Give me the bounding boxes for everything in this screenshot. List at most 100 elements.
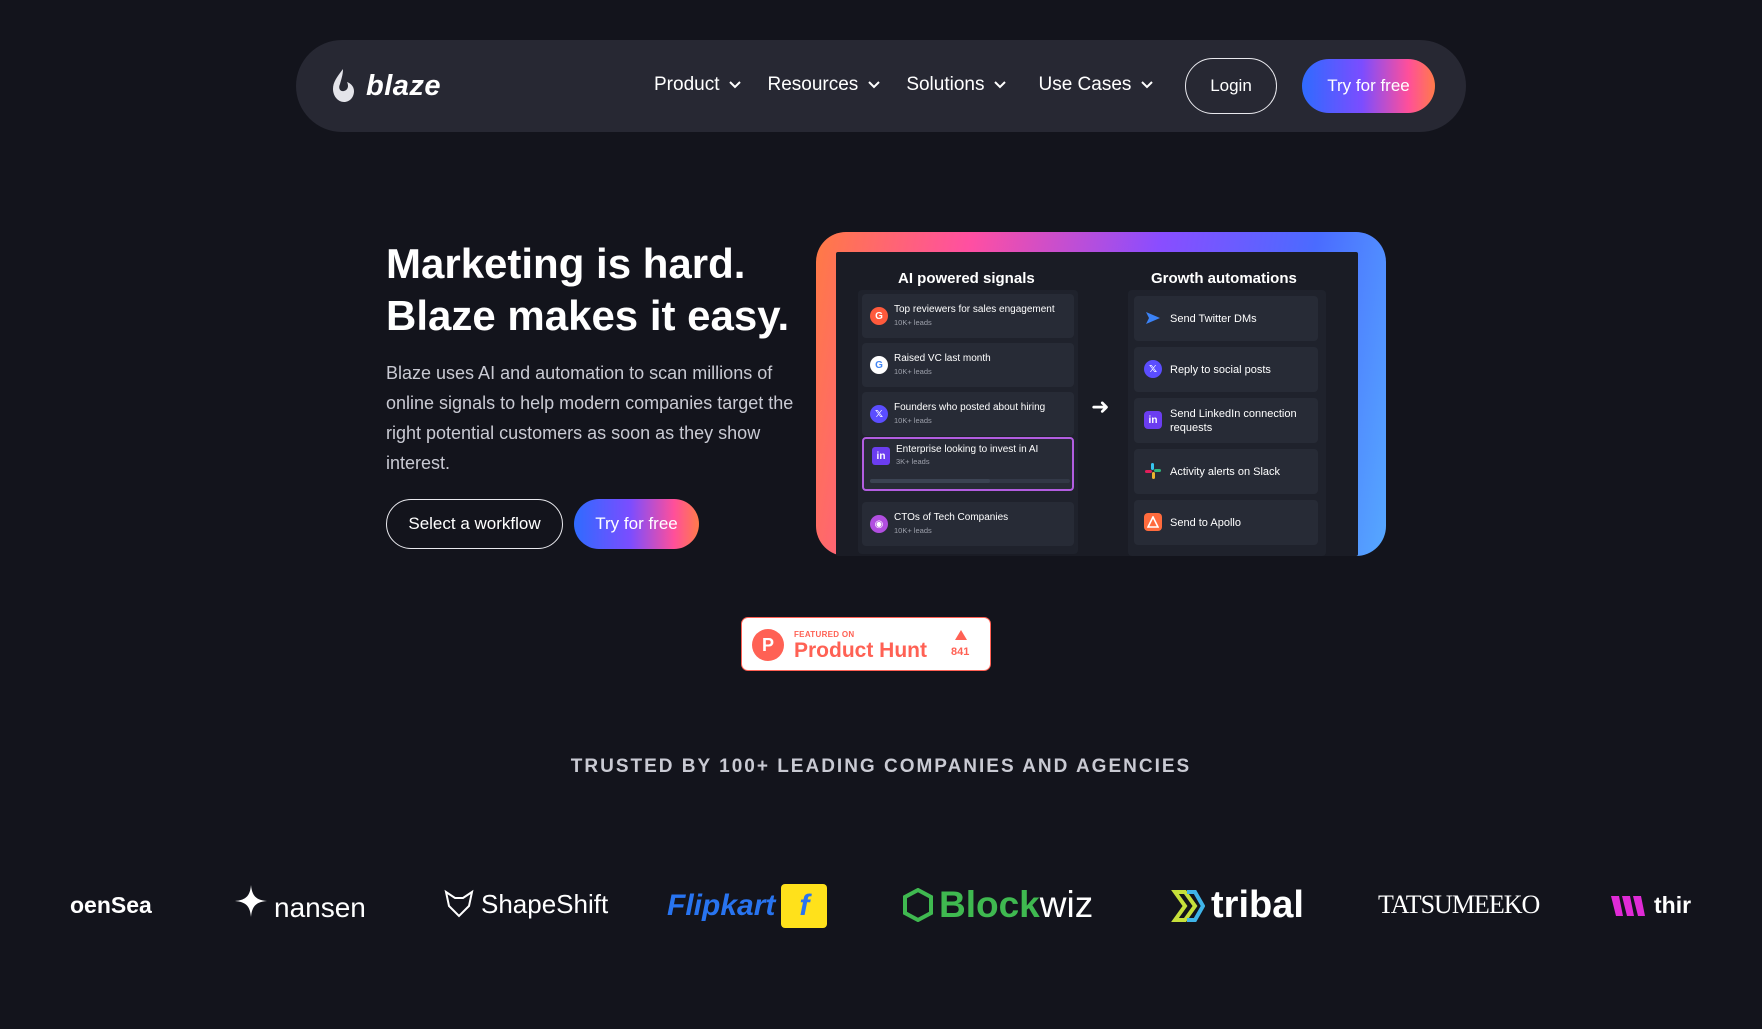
slack-icon (1144, 462, 1162, 480)
hero-title-line2: Blaze makes it easy. (386, 292, 790, 339)
automation-item[interactable]: Activity alerts on Slack (1134, 449, 1318, 494)
chevron-down-icon (994, 81, 1007, 89)
arrow-right-icon: ➜ (1091, 394, 1110, 419)
apollo-icon (1144, 513, 1162, 531)
signal-item-active[interactable]: in Enterprise looking to invest in AI 3K… (862, 437, 1074, 491)
signal-progress-fill (870, 479, 990, 483)
x-icon: 𝕏 (1144, 360, 1162, 378)
nansen-star-icon (235, 885, 267, 917)
logo-nansen: nansen (234, 878, 366, 924)
nav-try-free-button[interactable]: Try for free (1302, 59, 1435, 113)
flipkart-wordmark: Flipkart (667, 889, 776, 922)
hero-description: Blaze uses AI and automation to scan mil… (386, 363, 794, 473)
signal-item[interactable]: 𝕏 Founders who posted about hiring 10K+ … (862, 392, 1074, 436)
ph-name: Product Hunt (794, 639, 927, 662)
thirdweb-icon (1611, 895, 1645, 916)
nav-resources-label: Resources (767, 74, 859, 95)
github-icon: ◉ (870, 515, 888, 533)
top-nav: blaze Product Resources Solutions Use Ca… (296, 40, 1466, 132)
blockwiz-icon (903, 888, 933, 922)
signal-item[interactable]: ◉ CTOs of Tech Companies 10K+ leads (862, 502, 1074, 546)
signal-leads: 10K+ leads (894, 416, 932, 425)
chevron-down-icon (729, 81, 742, 89)
company-logos-strip: oenSea nansen ShapeShift Flipkart f Bloc… (0, 870, 1762, 940)
nav-solutions[interactable]: Solutions (906, 74, 1007, 96)
signals-list: G Top reviewers for sales engagement 10K… (858, 290, 1078, 554)
opensea-wordmark: oenSea (70, 892, 152, 918)
logo-flipkart: Flipkart f (667, 884, 828, 928)
hero-title-line1: Marketing is hard. (386, 240, 746, 287)
logo-thirdweb: thir (1610, 892, 1691, 919)
signal-title: Founders who posted about hiring (894, 402, 1046, 413)
automation-label: Activity alerts on Slack (1170, 466, 1281, 478)
signal-title: Raised VC last month (894, 353, 991, 364)
hero-try-free-button[interactable]: Try for free (574, 499, 699, 549)
signal-leads: 10K+ leads (894, 367, 932, 376)
x-icon: 𝕏 (870, 405, 888, 423)
thirdweb-wordmark: thir (1654, 892, 1692, 918)
automation-label: Send Twitter DMs (1170, 313, 1257, 325)
automation-label: Send LinkedIn connection requests (1170, 408, 1297, 434)
nav-use-cases[interactable]: Use Cases (1038, 74, 1154, 96)
tribal-icon (1171, 889, 1205, 922)
chevron-down-icon (1141, 81, 1154, 89)
tatsumeeko-wordmark: TATSUMEEKO (1378, 890, 1540, 919)
google-icon: G (870, 356, 888, 374)
nav-product-label: Product (654, 74, 720, 95)
nansen-wordmark: nansen (274, 892, 366, 923)
trusted-heading: TRUSTED BY 100+ LEADING COMPANIES AND AG… (570, 756, 1192, 777)
logo-tatsumeeko: TATSUMEEKO (1378, 890, 1540, 920)
nav-links: Product Resources Solutions Use Cases (654, 74, 1179, 96)
automations-title: Growth automations (1151, 270, 1297, 287)
automation-item[interactable]: 𝕏 Reply to social posts (1134, 347, 1318, 392)
brand-logo[interactable]: blaze (330, 68, 441, 104)
signal-title: Top reviewers for sales engagement (894, 304, 1055, 315)
workflow-preview: AI powered signals Growth automations G … (816, 232, 1386, 556)
flipkart-bag-icon: f (781, 884, 828, 928)
signal-item[interactable]: G Top reviewers for sales engagement 10K… (862, 294, 1074, 338)
linkedin-icon: in (872, 447, 890, 465)
product-hunt-logo-icon: P (752, 629, 784, 661)
hero-actions: Select a workflow Try for free (386, 499, 699, 549)
signal-item[interactable]: G Raised VC last month 10K+ leads (862, 343, 1074, 387)
product-hunt-badge[interactable]: P FEATURED ON Product Hunt 841 (741, 617, 991, 671)
blockwiz-wordmark-a: Block (939, 884, 1040, 925)
signal-leads: 10K+ leads (894, 526, 932, 535)
hero-title: Marketing is hard. Blaze makes it easy. (386, 238, 806, 342)
nav-product[interactable]: Product (654, 74, 742, 96)
automation-item[interactable]: Send to Apollo (1134, 500, 1318, 545)
automation-item[interactable]: in Send LinkedIn connection requests (1134, 398, 1318, 443)
login-button[interactable]: Login (1185, 58, 1277, 114)
logo-blockwiz: Block wiz (903, 884, 1093, 926)
logo-tribal: tribal (1165, 884, 1304, 927)
signal-title: Enterprise looking to invest in AI (896, 444, 1039, 455)
signal-title: CTOs of Tech Companies (894, 512, 1009, 523)
signal-leads: 10K+ leads (894, 318, 932, 327)
g2-icon: G (870, 307, 888, 325)
blockwiz-wordmark-b: wiz (1039, 884, 1094, 925)
brand-name: blaze (366, 69, 442, 102)
send-icon (1144, 309, 1162, 327)
logo-opensea: oenSea (70, 892, 152, 919)
shapeshift-fox-icon (444, 889, 474, 918)
automations-list: Send Twitter DMs 𝕏 Reply to social posts… (1128, 290, 1326, 556)
ph-upvote-count: 841 (951, 646, 970, 658)
nav-use-cases-label: Use Cases (1038, 74, 1132, 95)
automation-item[interactable]: Send Twitter DMs (1134, 296, 1318, 341)
nav-solutions-label: Solutions (906, 74, 985, 95)
ph-featured-label: FEATURED ON (794, 630, 855, 639)
select-workflow-button[interactable]: Select a workflow (386, 499, 563, 549)
workflow-preview-panel: AI powered signals Growth automations G … (836, 252, 1358, 556)
linkedin-icon: in (1144, 411, 1162, 429)
signal-leads: 3K+ leads (896, 457, 930, 466)
tribal-wordmark: tribal (1211, 884, 1304, 926)
nav-resources[interactable]: Resources (767, 74, 881, 96)
flame-icon (333, 69, 354, 102)
upvote-triangle-icon (955, 630, 967, 640)
shapeshift-wordmark: ShapeShift (481, 888, 609, 919)
automation-label: Reply to social posts (1170, 364, 1271, 376)
automation-label: Send to Apollo (1170, 517, 1241, 529)
signals-title: AI powered signals (898, 270, 1035, 287)
chevron-down-icon (868, 81, 881, 89)
logo-shapeshift: ShapeShift (443, 888, 608, 920)
